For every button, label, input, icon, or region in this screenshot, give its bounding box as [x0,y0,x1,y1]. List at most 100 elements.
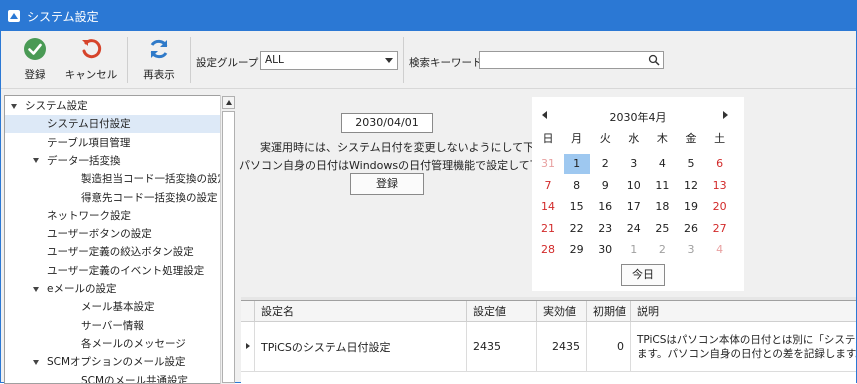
cell-desc[interactable]: TPiCSはパソコン本体の日付とは別に「システム日付 ます。パソコン自身の日付と… [631,322,856,372]
tree-item[interactable]: テーブル項目管理 [5,134,221,152]
calendar-day[interactable]: 10 [620,176,648,196]
register-toolbar-button[interactable]: 登録 [9,35,61,82]
calendar-day[interactable]: 25 [648,219,676,239]
cancel-label: キャンセル [65,69,118,81]
calendar-day[interactable]: 19 [677,197,705,217]
tree-item-label: 製造担当コード一括変換の設定 [81,173,228,185]
grid-header-effective[interactable]: 実効値 [537,301,587,322]
tree-item-label: システム日付設定 [47,118,131,130]
row-indicator-icon[interactable] [241,322,255,372]
calendar-day[interactable]: 20 [706,197,734,217]
calendar-day[interactable]: 26 [677,219,705,239]
expand-triangle-icon[interactable] [11,104,17,109]
search-icon[interactable] [648,54,660,66]
calendar-day[interactable]: 22 [563,219,591,239]
cell-desc-line-2: ます。パソコン自身の日付との差を記録します。 [637,347,856,361]
scroll-up-button[interactable] [222,96,235,109]
calendar-day[interactable]: 14 [534,197,562,217]
tree-item[interactable]: ユーザー定義の絞込ボタン設定 [5,243,221,261]
calendar-day[interactable]: 9 [591,176,619,196]
tree-scrollbar[interactable] [220,95,235,384]
system-date-input[interactable]: 2030/04/01 [341,113,433,133]
tree-item-label: サーバー情報 [81,320,144,332]
calendar-weekday: 金 [677,129,705,149]
calendar-day[interactable]: 6 [706,154,734,174]
calendar-day[interactable]: 12 [677,176,705,196]
calendar: 2030年4月 今日 日月火水木金土3112345678910111213141… [532,97,744,291]
calendar-day[interactable]: 2 [591,154,619,174]
register-date-button[interactable]: 登録 [350,173,424,195]
tree-item[interactable]: 得意先コード一括変換の設定 [5,189,221,207]
calendar-day[interactable]: 4 [706,240,734,260]
calendar-day[interactable]: 3 [620,154,648,174]
calendar-day[interactable]: 8 [563,176,591,196]
calendar-day[interactable]: 4 [648,154,676,174]
calendar-day[interactable]: 18 [648,197,676,217]
tree-item-label: システム設定 [25,100,88,112]
tree-item[interactable]: サーバー情報 [5,317,221,335]
calendar-month: 2030年4月 [532,109,744,125]
grid-header-initial[interactable]: 初期値 [587,301,631,322]
calendar-day[interactable]: 17 [620,197,648,217]
tree-item[interactable]: 製造担当コード一括変換の設定 [5,170,221,188]
grid-header-name[interactable]: 設定名 [255,301,467,322]
calendar-day[interactable]: 27 [706,219,734,239]
refresh-button[interactable]: 再表示 [133,35,185,82]
tree-item[interactable]: SCMオプションのメール設定 [5,353,221,371]
app-window: システム設定 登録 キャンセル 再表示 [0,0,857,383]
tree-item-label: eメールの設定 [47,283,116,295]
scroll-thumb[interactable] [222,111,235,383]
tree-item[interactable]: システム設定 [5,97,221,115]
keyword-search-input[interactable] [479,51,664,69]
calendar-weekday: 土 [706,129,734,149]
expand-triangle-icon[interactable] [33,287,39,292]
tree-item[interactable]: ネットワーク設定 [5,207,221,225]
calendar-day[interactable]: 13 [706,176,734,196]
calendar-day[interactable]: 11 [648,176,676,196]
app-icon [7,9,21,23]
tree-item-label: 得意先コード一括変換の設定 [81,192,218,204]
tree-item[interactable]: システム日付設定 [5,115,221,133]
group-select[interactable]: ALL [260,51,398,70]
calendar-day[interactable]: 1 [620,240,648,260]
cell-name[interactable]: TPiCSのシステム日付設定 [255,322,467,372]
calendar-day[interactable]: 31 [534,154,562,174]
calendar-day[interactable]: 2 [648,240,676,260]
cell-effective[interactable]: 2435 [537,322,587,372]
tree-item[interactable]: データ一括変換 [5,152,221,170]
calendar-day[interactable]: 16 [591,197,619,217]
calendar-day[interactable]: 28 [534,240,562,260]
tree-item-label: 各メールのメッセージ [81,338,186,350]
calendar-day[interactable]: 5 [677,154,705,174]
cell-value[interactable]: 2435 [467,322,537,372]
calendar-day[interactable]: 7 [534,176,562,196]
calendar-day[interactable]: 15 [563,197,591,217]
calendar-day[interactable]: 24 [620,219,648,239]
calendar-day[interactable]: 1 [564,154,590,174]
cell-initial[interactable]: 0 [587,322,631,372]
undo-icon [79,37,103,61]
tree-item[interactable]: メール基本設定 [5,298,221,316]
tree-item[interactable]: SCMのメール共通設定 [5,372,221,384]
tree-item[interactable]: eメールの設定 [5,280,221,298]
window-title: システム設定 [27,8,99,25]
expand-triangle-icon[interactable] [33,158,39,163]
refresh-label: 再表示 [143,69,175,81]
cancel-button[interactable]: キャンセル [63,35,119,82]
expand-triangle-icon[interactable] [33,360,39,365]
calendar-day[interactable]: 23 [591,219,619,239]
grid-header-desc[interactable]: 説明 [631,301,856,322]
title-bar: システム設定 [1,1,856,31]
calendar-day[interactable]: 29 [563,240,591,260]
tree-item[interactable]: ユーザー定義のイベント処理設定 [5,262,221,280]
next-month-icon[interactable] [723,111,728,119]
tree-item[interactable]: ユーザーボタンの設定 [5,225,221,243]
calendar-day[interactable]: 21 [534,219,562,239]
tree-item[interactable]: 各メールのメッセージ [5,335,221,353]
calendar-day[interactable]: 30 [591,240,619,260]
calendar-weekday: 日 [534,129,562,149]
today-button[interactable]: 今日 [621,264,665,286]
cell-desc-line-1: TPiCSはパソコン本体の日付とは別に「システム日付 [637,333,856,347]
calendar-day[interactable]: 3 [677,240,705,260]
grid-header-value[interactable]: 設定値 [467,301,537,322]
